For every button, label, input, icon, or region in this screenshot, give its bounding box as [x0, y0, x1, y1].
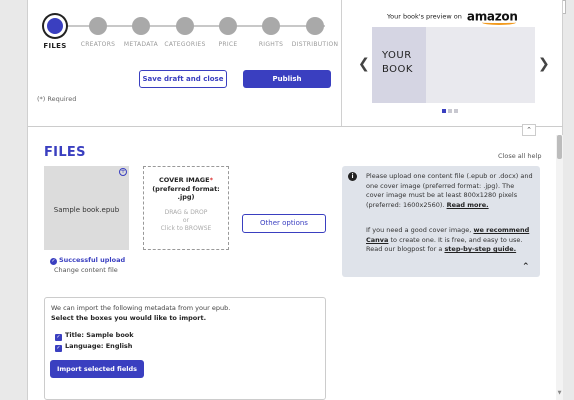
scroll-down-icon[interactable]: ▼ — [556, 390, 563, 400]
metadata-import-box: We can import the following metadata fro… — [44, 297, 326, 400]
cover-title-text: COVER IMAGE — [159, 176, 210, 184]
close-all-help-link[interactable]: Close all help — [498, 152, 542, 160]
amazon-preview-panel: Your book's preview on amazon ❮ YOUR BOO… — [341, 0, 563, 126]
checkbox-checked-icon[interactable]: ✓ — [55, 334, 62, 341]
cover-format: (preferred format: .jpg) — [152, 185, 220, 201]
drag-drop-hint: DRAG & DROP or Click to BROWSE — [144, 209, 228, 233]
drag-hint-line: or — [182, 217, 190, 224]
book-title-line: YOUR — [382, 50, 412, 61]
chevron-left-icon[interactable]: ❮ — [358, 56, 370, 72]
add-icon[interactable]: + — [119, 168, 127, 176]
info-icon: i — [348, 172, 357, 181]
save-draft-button[interactable]: Save draft and close — [139, 70, 227, 88]
step-dot — [176, 17, 194, 35]
step-dot — [89, 17, 107, 35]
step-dot — [219, 17, 237, 35]
section-title: FILES — [44, 145, 86, 160]
content-file-box[interactable]: + Sample book.epub — [44, 166, 129, 250]
info-paragraph: If you need a good cover image, we recom… — [366, 226, 534, 255]
uploaded-file-name: Sample book.epub — [53, 206, 120, 214]
step-dot-active — [44, 15, 66, 37]
chevron-right-icon[interactable]: ❯ — [538, 56, 550, 72]
carousel-dot[interactable] — [454, 109, 458, 113]
chevron-up-icon[interactable]: ⌃ — [522, 262, 530, 272]
book-preview: YOUR BOOK — [372, 27, 535, 103]
stepper-panel: FILES CREATORS METADATA CATEGORIES PRICE… — [28, 0, 341, 126]
step-label: DISTRIBUTION — [291, 41, 339, 48]
book-title-line: BOOK — [382, 64, 413, 75]
publish-button[interactable]: Publish — [243, 70, 331, 88]
upload-status-text: Successful upload — [59, 256, 126, 264]
step-dot — [262, 17, 280, 35]
carousel-dot-active[interactable] — [442, 109, 446, 113]
chevron-up-icon[interactable]: ⌃ — [522, 124, 536, 136]
cover-title: COVER IMAGE* — [144, 176, 228, 184]
info-text: If you need a good cover image, — [366, 226, 472, 234]
guide-link[interactable]: step-by-step guide. — [444, 245, 516, 253]
book-title: YOUR BOOK — [382, 49, 413, 77]
import-option-language[interactable]: ✓ Language: English — [55, 342, 132, 352]
step-metadata[interactable]: METADATA — [116, 14, 166, 48]
step-distribution[interactable]: DISTRIBUTION — [290, 14, 340, 48]
change-content-file-link[interactable]: Change content file — [54, 266, 118, 274]
option-label: Language: English — [65, 342, 133, 350]
step-label: RIGHTS — [258, 41, 284, 48]
option-label: Title: Sample book — [65, 331, 134, 339]
carousel-dot[interactable] — [448, 109, 452, 113]
step-rights[interactable]: RIGHTS — [246, 14, 296, 48]
info-paragraph: Please upload one content file (.epub or… — [366, 172, 534, 210]
divider — [28, 126, 563, 127]
stepper: FILES CREATORS METADATA CATEGORIES PRICE… — [40, 14, 338, 54]
checkbox-checked-icon[interactable]: ✓ — [55, 345, 62, 352]
preview-heading: Your book's preview on amazon — [387, 6, 537, 25]
import-selected-button[interactable]: Import selected fields — [50, 360, 144, 378]
carousel-dots — [442, 98, 460, 117]
publish-dialog: FILES CREATORS METADATA CATEGORIES PRICE… — [27, 0, 563, 400]
import-option-title[interactable]: ✓ Title: Sample book — [55, 331, 134, 341]
import-description: We can import the following metadata fro… — [51, 304, 231, 312]
drag-hint-line: DRAG & DROP — [164, 209, 208, 216]
amazon-smile-icon — [482, 20, 516, 25]
read-more-link[interactable]: Read more. — [447, 201, 489, 209]
check-circle-icon: ✓ — [50, 258, 57, 265]
scrollbar[interactable] — [556, 135, 563, 400]
book-cover: YOUR BOOK — [372, 27, 426, 103]
step-label: METADATA — [123, 41, 159, 48]
scrollbar-thumb[interactable] — [557, 135, 562, 159]
help-info-box: i Please upload one content file (.epub … — [342, 166, 540, 277]
preview-heading-text: Your book's preview on — [387, 12, 462, 21]
drag-hint-line: Click to BROWSE — [160, 225, 212, 232]
upload-status: ✓ Successful upload — [50, 256, 125, 265]
other-options-button[interactable]: Other options — [242, 214, 326, 233]
import-instruction: Select the boxes you would like to impor… — [51, 314, 207, 322]
required-note: (*) Required — [37, 95, 77, 103]
step-dot — [132, 17, 150, 35]
required-mark: * — [209, 176, 213, 184]
step-dot — [306, 17, 324, 35]
cover-image-dropzone[interactable]: COVER IMAGE* (preferred format: .jpg) DR… — [143, 166, 229, 250]
